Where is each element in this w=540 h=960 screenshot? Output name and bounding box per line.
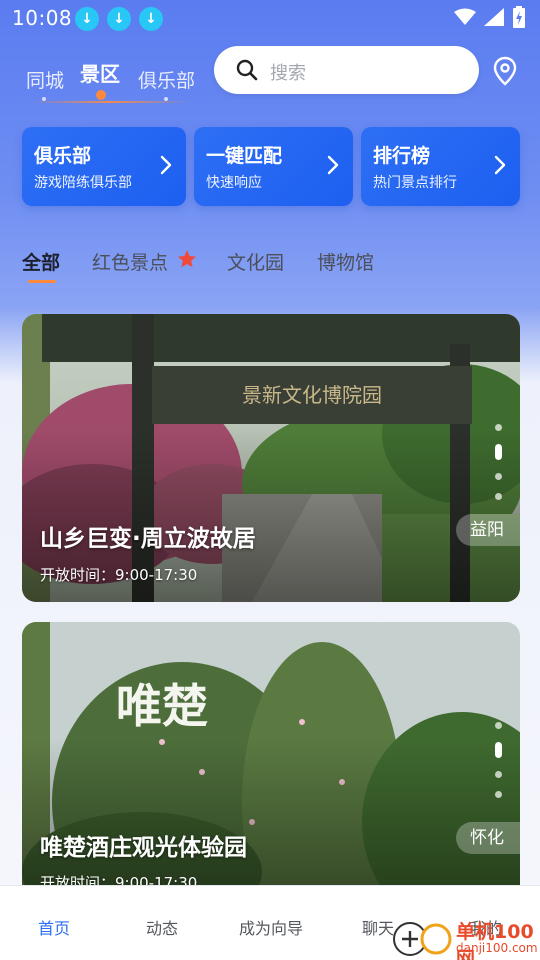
location-pin-icon[interactable] [492,56,518,86]
quick-card-title: 一键匹配 [206,145,283,167]
opening-hours: 开放时间：9:00-17:30 [40,566,198,584]
signal-icon [484,8,504,26]
category-tab-culture-park[interactable]: 文化园 [227,248,284,275]
chevron-right-icon [494,155,506,175]
scenic-name: 山乡巨变·周立波故居 [40,526,256,552]
star-icon [178,250,196,268]
quick-card-match[interactable]: 一键匹配 快速响应 [194,127,353,206]
bottom-nav-home[interactable]: 首页 [38,915,70,939]
city-badge: 怀化 [456,822,520,854]
quick-card-subtitle: 游戏陪练俱乐部 [34,175,132,191]
status-time: 10:08 [12,6,73,30]
bottom-nav-become-guide[interactable]: 成为向导 [239,915,303,939]
watermark-url: danji100.com [456,941,538,955]
quick-card-title: 俱乐部 [34,145,92,167]
category-tab-museum[interactable]: 博物馆 [317,248,374,275]
image-pager [495,424,503,513]
category-tab-all[interactable]: 全部 [22,248,60,275]
download-icon: ↓ [139,7,163,31]
image-pager [495,722,503,811]
search-placeholder: 搜索 [270,63,306,84]
scenic-card[interactable]: 景新文化博院园 益阳 山乡巨变·周立波故居 开放时间：9:00-17:30 [22,314,520,602]
top-tab-julebu[interactable]: 俱乐部 [138,66,195,93]
category-tab-red-sites[interactable]: 红色景点 [92,248,168,275]
download-icon: ↓ [75,7,99,31]
quick-card-subtitle: 热门景点排行 [373,175,457,191]
status-bar: 10:08 ↓ ↓ ↓ [0,0,540,38]
scenic-card[interactable]: 唯楚 怀化 唯楚酒庄观光体验园 开放时间：9:00-17:30 [22,622,520,912]
watermark: 单机100网 danji100.com [392,913,540,960]
quick-card-ranking[interactable]: 排行榜 热门景点排行 [361,127,520,206]
quick-card-title: 排行榜 [373,145,431,167]
search-input[interactable]: 搜索 [214,46,479,94]
quick-card-subtitle: 快速响应 [206,175,262,191]
tab-active-indicator [96,90,106,100]
watermark-logo-icon [393,922,452,956]
search-icon [236,59,258,81]
bottom-nav-feed[interactable]: 动态 [146,915,178,939]
scenic-name: 唯楚酒庄观光体验园 [40,835,247,861]
wifi-icon [454,8,476,25]
download-icon: ↓ [107,7,131,31]
top-tab-tongcheng[interactable]: 同城 [26,66,64,93]
chevron-right-icon [327,155,339,175]
bottom-nav-chat[interactable]: 聊天 [362,915,394,939]
battery-charging-icon [513,6,525,28]
gate-sign-text: 景新文化博院园 [242,383,382,407]
top-tab-jingqu[interactable]: 景区 [80,58,120,87]
category-active-underline [28,280,56,283]
tab-indicator-line [30,101,190,103]
city-badge: 益阳 [456,514,520,546]
sign-text: 唯楚 [116,679,208,733]
chevron-right-icon [160,155,172,175]
status-icons [454,6,526,28]
quick-card-club[interactable]: 俱乐部 游戏陪练俱乐部 [22,127,186,206]
